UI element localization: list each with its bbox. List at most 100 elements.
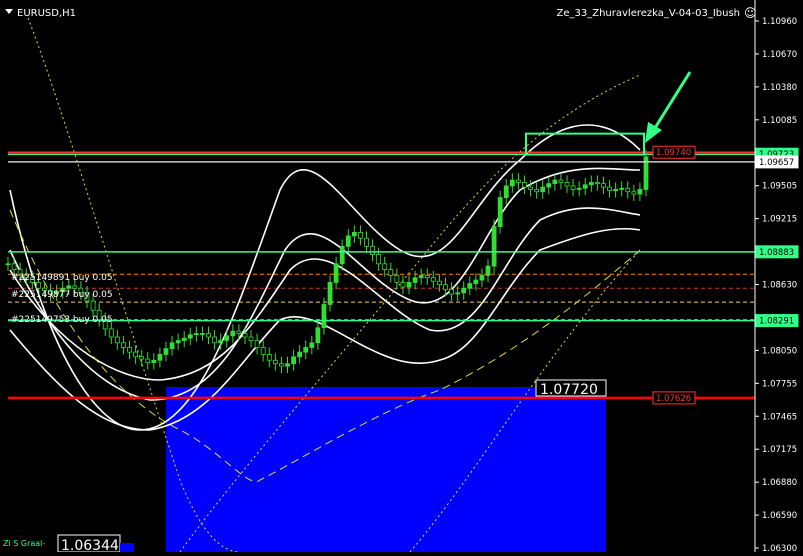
candle-body bbox=[254, 340, 260, 348]
candle-body bbox=[558, 179, 564, 183]
candle bbox=[212, 330, 217, 350]
candle-body bbox=[139, 356, 145, 360]
candle bbox=[108, 321, 114, 344]
blue-zone-rect bbox=[166, 386, 606, 552]
bottom-blue-marker bbox=[120, 543, 134, 552]
candle bbox=[625, 181, 631, 199]
candle-body bbox=[406, 281, 412, 288]
order-label-3[interactable]: #225149753 buy 0.05 bbox=[11, 315, 113, 325]
candle bbox=[272, 353, 278, 371]
candle bbox=[412, 270, 418, 290]
price-tick-label: 1.06590 bbox=[762, 511, 797, 521]
candle bbox=[5, 256, 11, 271]
candle-body bbox=[212, 336, 217, 344]
horizontal-lines[interactable] bbox=[8, 151, 755, 400]
candle-body bbox=[607, 186, 612, 191]
candle-body bbox=[175, 340, 181, 344]
candle-body bbox=[467, 283, 473, 289]
candle-body bbox=[351, 232, 357, 237]
candle bbox=[643, 149, 649, 197]
candle-body bbox=[230, 330, 236, 337]
price-tick-label: 1.08630 bbox=[762, 281, 797, 291]
candle-body bbox=[303, 347, 309, 353]
price-tick-label: 1.10380 bbox=[762, 83, 797, 93]
candle-body bbox=[552, 179, 558, 185]
candle bbox=[570, 178, 576, 197]
candle-body bbox=[339, 245, 345, 265]
candle-body bbox=[35, 281, 41, 289]
candle-body bbox=[236, 330, 242, 334]
price-box-6: 1.07626 bbox=[652, 391, 696, 405]
candle-body bbox=[473, 279, 479, 284]
candle-body bbox=[358, 232, 363, 239]
candle-body bbox=[461, 287, 467, 294]
price-tick-label: 1.09505 bbox=[762, 182, 797, 192]
candle-body bbox=[272, 359, 278, 365]
candle bbox=[151, 353, 157, 370]
candle-body bbox=[437, 280, 442, 286]
candle bbox=[601, 176, 606, 195]
candle bbox=[418, 268, 424, 285]
candle bbox=[522, 175, 527, 195]
price-tick-label: 1.10670 bbox=[762, 50, 797, 60]
candle bbox=[607, 180, 612, 198]
candle bbox=[266, 347, 272, 368]
price-axis[interactable]: 1.109601.106701.103801.100851.097951.095… bbox=[755, 17, 797, 554]
candle-body bbox=[424, 275, 430, 279]
candle bbox=[449, 282, 454, 301]
order-label-1[interactable]: #225149891 buy 0.05 bbox=[11, 273, 113, 283]
candle-body bbox=[66, 285, 72, 289]
candle bbox=[133, 345, 139, 364]
candle bbox=[528, 180, 533, 197]
candle bbox=[187, 327, 193, 346]
price-chart[interactable]: 1.109601.106701.103801.100851.097951.095… bbox=[0, 0, 803, 554]
candle bbox=[509, 173, 515, 193]
candle-body bbox=[90, 300, 96, 311]
price-box-label: 1.09657 bbox=[759, 158, 794, 168]
green-arrow-shaft bbox=[648, 71, 692, 137]
candle-body bbox=[321, 304, 327, 329]
candle-body bbox=[388, 269, 394, 276]
chart-window[interactable]: 1.109601.106701.103801.100851.097951.095… bbox=[0, 0, 803, 554]
indicator-name-label: Ze_33_Zhuravlerezka_V-04-03_Ibush bbox=[557, 8, 740, 19]
candle-body bbox=[400, 281, 406, 288]
candle-body bbox=[206, 333, 211, 338]
candle-body bbox=[72, 285, 78, 289]
candle bbox=[157, 347, 163, 368]
candle-body bbox=[540, 186, 546, 193]
order-label-2[interactable]: #225149877 buy 0.05 bbox=[11, 290, 113, 300]
candle bbox=[388, 262, 394, 283]
chart-menu-triangle-icon[interactable] bbox=[5, 9, 13, 14]
candle-body bbox=[242, 333, 248, 338]
candle bbox=[491, 219, 497, 274]
candle bbox=[297, 345, 303, 364]
candle bbox=[260, 340, 266, 362]
candle-body bbox=[297, 351, 303, 358]
price-box-3: 1.09740 bbox=[652, 145, 696, 159]
candle bbox=[376, 247, 382, 271]
symbol-label: EURUSD,H1 bbox=[17, 8, 76, 19]
candle-body bbox=[582, 184, 588, 189]
price-box-label: 1.07626 bbox=[656, 394, 691, 404]
candle-body bbox=[127, 347, 132, 353]
candle-body bbox=[455, 292, 461, 295]
candle bbox=[552, 173, 558, 191]
candle-body bbox=[376, 254, 382, 265]
candle bbox=[321, 297, 327, 335]
candle-body bbox=[528, 186, 533, 190]
candle-body bbox=[497, 197, 503, 228]
annotations bbox=[525, 71, 692, 156]
candle-body bbox=[588, 182, 594, 186]
candle bbox=[637, 182, 643, 202]
candle-body bbox=[534, 189, 540, 193]
candle-body bbox=[479, 275, 485, 281]
candle-body bbox=[260, 347, 266, 355]
candle bbox=[114, 330, 120, 350]
blue-zone-price-label: 1.07720 bbox=[540, 382, 598, 398]
candle-body bbox=[285, 363, 290, 367]
candle bbox=[613, 182, 619, 198]
candle bbox=[206, 326, 211, 344]
candle bbox=[339, 239, 345, 271]
candle bbox=[461, 281, 467, 300]
candle-body bbox=[394, 275, 400, 283]
